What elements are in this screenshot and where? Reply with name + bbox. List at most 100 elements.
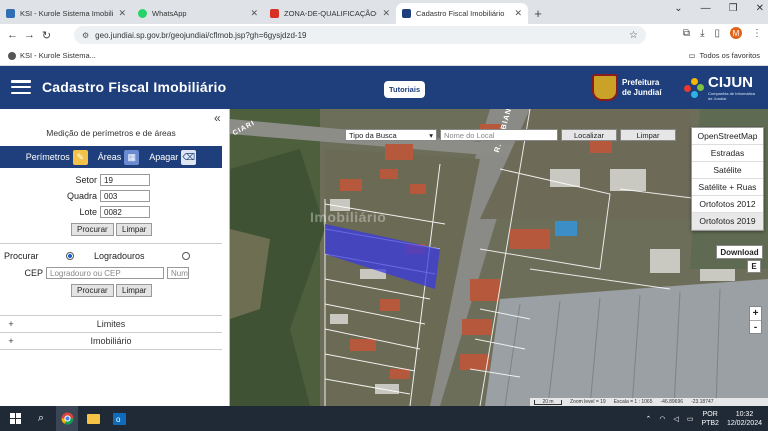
scale-text: Escala = 1 : 1065 xyxy=(613,399,653,405)
lang-line2: PTB2 xyxy=(701,419,719,427)
tipo-busca-select[interactable]: Tipo da Busca ▾ xyxy=(345,129,437,141)
minimize-icon[interactable]: — xyxy=(701,3,711,14)
battery-icon[interactable]: ▭ xyxy=(687,415,694,423)
coord-x: -46.89696 xyxy=(660,399,684,405)
restore-icon[interactable]: ❐ xyxy=(729,3,738,14)
collapse-panel-icon[interactable]: « xyxy=(214,111,221,125)
accordion-label: Limites xyxy=(96,319,126,329)
site-info-icon[interactable]: ⚙ xyxy=(82,31,89,40)
address-bar[interactable]: ⚙ geo.jundiai.sp.gov.br/geojundiai/cflmo… xyxy=(74,26,646,44)
procurar-radio[interactable] xyxy=(66,252,74,260)
all-bookmarks[interactable]: ▭ Todos os favoritos xyxy=(688,51,760,60)
clock[interactable]: 10:32 12/02/2024 xyxy=(727,410,762,428)
nome-local-input[interactable]: Nome do Local xyxy=(440,129,558,141)
divider xyxy=(0,243,222,244)
url-text: geo.jundiai.sp.gov.br/geojundiai/cflmob.… xyxy=(95,30,307,40)
lang-line1: POR xyxy=(702,410,718,418)
chrome-icon[interactable] xyxy=(56,406,78,431)
pool xyxy=(555,221,577,236)
layer-openstreetmap[interactable]: OpenStreetMap xyxy=(692,128,763,145)
language-indicator[interactable]: POR PTB2 xyxy=(701,410,719,428)
apagar-label: Apagar xyxy=(149,152,179,162)
new-tab-icon[interactable]: + xyxy=(528,3,548,24)
layer-ortofotos-2012[interactable]: Ortofotos 2012 xyxy=(692,196,763,213)
chevron-down-icon[interactable]: ⌄ xyxy=(674,3,682,14)
num-input[interactable]: Num xyxy=(167,267,189,279)
e-button[interactable]: E xyxy=(747,260,761,273)
download-icon[interactable]: ⤓ xyxy=(700,28,704,39)
perimetros-label: Perímetros xyxy=(25,152,70,162)
tab-cadastro-fiscal[interactable]: Cadastro Fiscal Imobiliário ✕ xyxy=(396,3,528,24)
map-search-bar: Tipo da Busca ▾ Nome do Local Localizar … xyxy=(345,129,676,141)
perimetros-tool[interactable]: Perímetros ✎ xyxy=(25,149,88,165)
clock-date: 12/02/2024 xyxy=(726,419,762,427)
all-bookmarks-label: Todos os favoritos xyxy=(699,51,760,60)
sidepanel-icon[interactable]: ▯ xyxy=(714,28,720,39)
lote-input[interactable]: 0082 xyxy=(100,206,150,218)
back-icon[interactable]: ← xyxy=(4,29,21,41)
menu-icon[interactable]: ⋮ xyxy=(752,28,762,39)
ksi-favicon-icon xyxy=(6,9,15,18)
lote-row: Lote 0082 xyxy=(0,206,150,218)
file-explorer-icon[interactable] xyxy=(82,406,104,431)
areas-tool[interactable]: Áreas ▦ xyxy=(97,149,140,165)
procurar-radio-label: Procurar xyxy=(4,251,39,261)
windows-start-icon[interactable] xyxy=(4,406,26,431)
eraser-icon: ⌫ xyxy=(181,149,197,165)
volume-icon[interactable]: ◁ xyxy=(673,415,678,423)
zoom-in-button[interactable]: + xyxy=(750,307,761,320)
layer-satelite-ruas[interactable]: Satélite + Ruas xyxy=(692,179,763,196)
scale-bar: 20 m xyxy=(534,399,562,405)
expand-icon: + xyxy=(8,319,14,329)
cep-input[interactable]: Logradouro ou CEP xyxy=(46,267,164,279)
expand-icon: + xyxy=(8,336,14,346)
accordion-limites[interactable]: + Limites xyxy=(0,316,222,332)
tutorials-button[interactable]: Tutoriais xyxy=(384,81,426,98)
search-icon[interactable]: ⌕ xyxy=(30,406,52,431)
close-icon[interactable]: ✕ xyxy=(514,8,522,19)
layer-satelite[interactable]: Satélite xyxy=(692,162,763,179)
close-window-icon[interactable]: ✕ xyxy=(756,3,764,14)
pdf-icon xyxy=(270,9,279,18)
download-button[interactable]: Download xyxy=(716,245,763,259)
apagar-tool[interactable]: Apagar ⌫ xyxy=(149,149,197,165)
tab-whatsapp[interactable]: WhatsApp ✕ xyxy=(132,3,264,24)
search-type-row: Procurar Logradouros xyxy=(4,251,190,261)
logradouros-radio[interactable] xyxy=(182,252,190,260)
setor-input[interactable]: 19 xyxy=(100,174,150,186)
zoom-out-button[interactable]: - xyxy=(750,320,761,333)
tab-ksi[interactable]: KSI - Kurole Sistema Imobiliário ✕ xyxy=(0,3,132,24)
forward-icon[interactable]: → xyxy=(21,29,38,41)
extensions-icon[interactable]: ⧉ xyxy=(683,28,690,39)
reload-icon[interactable]: ↻ xyxy=(38,29,55,42)
procurar-button[interactable]: Procurar xyxy=(71,223,114,236)
divider xyxy=(0,349,222,350)
jundiai-crest-icon xyxy=(592,74,618,101)
avatar[interactable]: M xyxy=(730,27,742,39)
layer-ortofotos-2019[interactable]: Ortofotos 2019 xyxy=(692,213,763,230)
accordion-imobiliario[interactable]: + Imobiliário xyxy=(0,333,222,349)
tab-zona-qualificacao[interactable]: ZONA-DE-QUALIFICAÇÃO-DO... ✕ xyxy=(264,3,396,24)
hamburger-menu-icon[interactable] xyxy=(11,80,31,94)
areas-label: Áreas xyxy=(97,152,122,162)
tab-title: WhatsApp xyxy=(152,9,187,18)
bookmark-ksi[interactable]: KSI - Kurole Sistema... xyxy=(8,51,96,60)
limpar-cep-button[interactable]: Limpar xyxy=(116,284,153,297)
chevron-up-icon[interactable]: ⌃ xyxy=(645,415,651,423)
outlook-icon[interactable]: o xyxy=(108,406,130,431)
limpar-map-button[interactable]: Limpar xyxy=(620,129,676,141)
localizar-button[interactable]: Localizar xyxy=(561,129,617,141)
quadra-input[interactable]: 003 xyxy=(100,190,150,202)
ksi-bookmark-icon xyxy=(8,51,16,60)
layer-estradas[interactable]: Estradas xyxy=(692,145,763,162)
close-icon[interactable]: ✕ xyxy=(382,8,390,19)
close-icon[interactable]: ✕ xyxy=(118,8,126,19)
star-icon[interactable]: ☆ xyxy=(629,30,638,41)
procurar-cep-button[interactable]: Procurar xyxy=(71,284,114,297)
limpar-button[interactable]: Limpar xyxy=(116,223,153,236)
map-view[interactable]: R. P. BIANCA PA CIARI Imobiliário Tipo d… xyxy=(230,109,768,406)
measure-toolbar: Perímetros ✎ Áreas ▦ Apagar ⌫ xyxy=(0,146,222,168)
close-icon[interactable]: ✕ xyxy=(250,8,258,19)
browser-tab-bar: KSI - Kurole Sistema Imobiliário ✕ Whats… xyxy=(0,0,768,24)
wifi-icon[interactable]: ◠ xyxy=(659,415,665,423)
